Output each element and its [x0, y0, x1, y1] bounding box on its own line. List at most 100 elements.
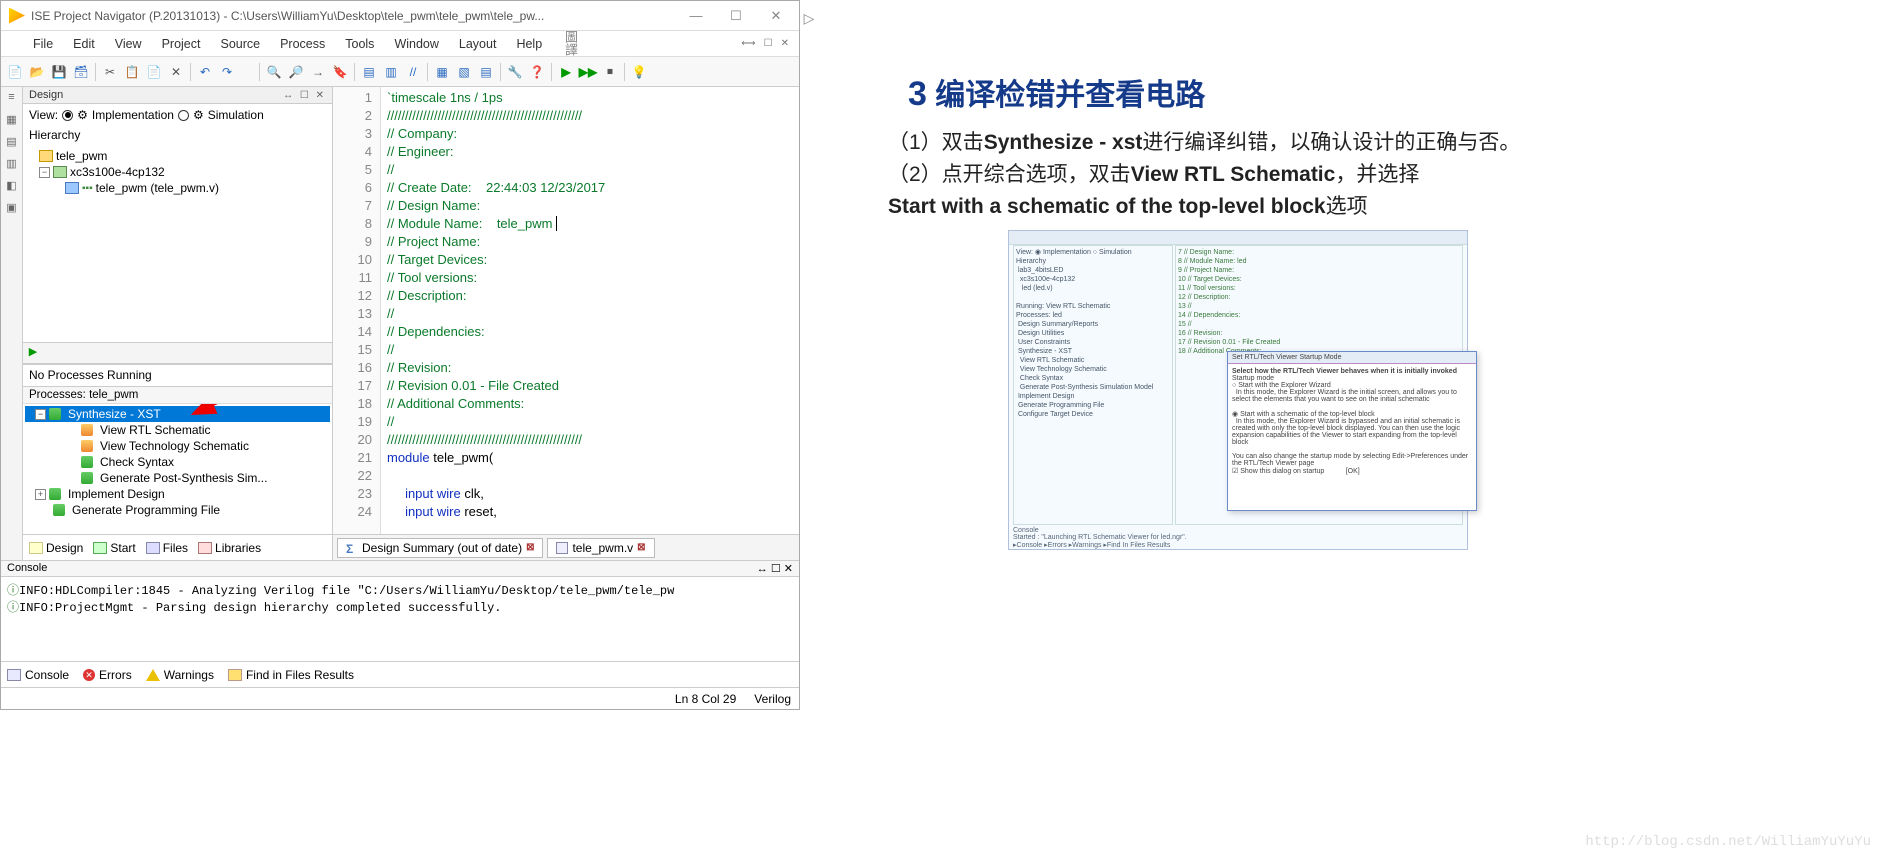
proc-view-rtl[interactable]: View RTL Schematic — [25, 422, 330, 438]
rail-icon-2[interactable]: ▦ — [4, 113, 20, 129]
find-next-icon[interactable]: 🔎 — [286, 62, 306, 82]
proc-check-syntax[interactable]: Check Syntax — [25, 454, 330, 470]
help-icon[interactable]: ❓ — [527, 62, 547, 82]
tab-close-icon[interactable]: ⊠ — [637, 542, 645, 553]
new-icon[interactable]: 📄 — [5, 62, 25, 82]
menu-file[interactable]: File — [23, 34, 63, 54]
slide-title: 3 编译检错并查看电路 — [908, 70, 1851, 114]
menu-project[interactable]: Project — [152, 34, 211, 54]
rail-icon-1[interactable]: ≡ — [4, 91, 20, 107]
tree-device-row[interactable]: − xc3s100e-4cp132 — [25, 164, 330, 180]
panel-icon[interactable]: ☐ — [762, 36, 775, 51]
document-tabs: Σ Design Summary (out of date) ⊠ tele_pw… — [333, 534, 799, 560]
menu-source[interactable]: Source — [210, 34, 270, 54]
proc-gen-sim[interactable]: Generate Post-Synthesis Sim... — [25, 470, 330, 486]
minimize-button[interactable]: — — [681, 8, 711, 24]
tree-project-row[interactable]: tele_pwm — [25, 148, 330, 164]
tree-device: xc3s100e-4cp132 — [70, 165, 165, 179]
tab-design[interactable]: Design — [29, 541, 83, 555]
tab-files[interactable]: Files — [146, 541, 188, 555]
impl-icon — [49, 488, 61, 500]
menu-view[interactable]: View — [105, 34, 152, 54]
maximize-button[interactable]: ☐ — [721, 8, 751, 24]
save-icon[interactable]: 💾 — [49, 62, 69, 82]
find-icon — [228, 669, 242, 681]
tab-start[interactable]: Start — [93, 541, 135, 555]
menu-help[interactable]: Help — [506, 34, 552, 54]
ise-window: ISE Project Navigator (P.20131013) - C:\… — [0, 0, 800, 710]
rerun-icon[interactable]: ▶▶ — [578, 62, 598, 82]
view-label: View: — [29, 108, 58, 122]
tab-warnings[interactable]: Warnings — [146, 668, 214, 682]
indent-icon[interactable]: ▤ — [359, 62, 379, 82]
tree-module-row[interactable]: ▪▪▪ tele_pwm (tele_pwm.v) — [25, 180, 330, 196]
proc-view-tech[interactable]: View Technology Schematic — [25, 438, 330, 454]
window-tab-icon[interactable]: ▤ — [476, 62, 496, 82]
run-process-icon[interactable]: ▶ — [25, 345, 41, 361]
menu-layout[interactable]: Layout — [449, 34, 507, 54]
open-icon[interactable]: 📂 — [27, 62, 47, 82]
undo-icon[interactable]: ↶ — [195, 62, 215, 82]
proc-expand-2[interactable]: + — [35, 489, 46, 500]
tab-close-icon[interactable]: ⊠ — [526, 542, 534, 553]
copy-icon[interactable]: 📋 — [122, 62, 142, 82]
error-icon: ✕ — [83, 669, 95, 681]
console-icon — [7, 669, 21, 681]
processes-tree: − Synthesize - XST View RTL Schematic Vi… — [23, 404, 332, 534]
synthesis-icon — [49, 408, 61, 420]
tab-design-summary[interactable]: Σ Design Summary (out of date) ⊠ — [337, 538, 543, 558]
file-lang: Verilog — [754, 692, 791, 706]
tab-source-file[interactable]: tele_pwm.v ⊠ — [547, 538, 654, 558]
delete-icon[interactable]: ✕ — [166, 62, 186, 82]
rail-icon-4[interactable]: ▥ — [4, 157, 20, 173]
app-icon — [9, 8, 25, 24]
sim-radio[interactable] — [178, 110, 189, 121]
outdent-icon[interactable]: ▥ — [381, 62, 401, 82]
sigma-icon: Σ — [346, 542, 358, 554]
rail-icon-6[interactable]: ▣ — [4, 201, 20, 217]
cut-icon[interactable]: ✂ — [100, 62, 120, 82]
panel-header-icons[interactable]: ↔ ☐ ✕ — [283, 90, 326, 101]
proc-expand[interactable]: − — [35, 409, 46, 420]
window-cascade-icon[interactable]: ▧ — [454, 62, 474, 82]
comment-icon[interactable]: // — [403, 62, 423, 82]
console-header: Console ↔ ☐ ✕ — [1, 560, 799, 577]
menu-tools[interactable]: Tools — [335, 34, 384, 54]
close-button[interactable]: ✕ — [761, 8, 791, 24]
rail-icon-3[interactable]: ▤ — [4, 135, 20, 151]
collapse-arrow-icon[interactable]: ▷ — [804, 10, 815, 27]
proc-gen-prog[interactable]: Generate Programming File — [25, 502, 330, 518]
menu-process[interactable]: Process — [270, 34, 335, 54]
proc-synthesize[interactable]: − Synthesize - XST — [25, 406, 330, 422]
menu-edit[interactable]: Edit — [63, 34, 105, 54]
rail-icon-5[interactable]: ◧ — [4, 179, 20, 195]
restore-layout-icon[interactable]: ⟷ — [739, 36, 757, 51]
tab-errors[interactable]: ✕Errors — [83, 668, 132, 682]
options-icon[interactable]: 🔧 — [505, 62, 525, 82]
panel-divider[interactable]: ▷ 圖譯 — [800, 0, 818, 854]
tab-libraries[interactable]: Libraries — [198, 541, 261, 555]
paste-icon[interactable]: 📄 — [144, 62, 164, 82]
console-body[interactable]: ⓘINFO:HDLCompiler:1845 - Analyzing Veril… — [1, 577, 799, 661]
hierarchy-tree: tele_pwm − xc3s100e-4cp132 ▪▪▪ tele_pwm … — [23, 144, 332, 342]
lightbulb-icon[interactable]: 💡 — [629, 62, 649, 82]
tab-find[interactable]: Find in Files Results — [228, 668, 354, 682]
proc-implement[interactable]: + Implement Design — [25, 486, 330, 502]
menu-window[interactable]: Window — [384, 34, 448, 54]
code-editor[interactable]: 1 2 3 4 5 6 7 8 9 10 11 12 13 14 15 16 1… — [333, 87, 799, 534]
goto-icon[interactable]: → — [308, 62, 328, 82]
save-all-icon[interactable]: 🗃 — [71, 62, 91, 82]
window-tile-icon[interactable]: ▦ — [432, 62, 452, 82]
bookmark-icon[interactable]: 🔖 — [330, 62, 350, 82]
stop-icon[interactable]: ⏹ — [600, 62, 620, 82]
tree-expand[interactable]: − — [39, 167, 50, 178]
tab-console[interactable]: Console — [7, 668, 69, 682]
close-panel-icon[interactable]: ✕ — [779, 36, 791, 51]
find-icon[interactable]: 🔍 — [264, 62, 284, 82]
redo-icon[interactable]: ↷ — [217, 62, 237, 82]
impl-radio[interactable] — [62, 110, 73, 121]
impl-label: Implementation — [92, 108, 174, 122]
run-icon[interactable]: ▶ — [556, 62, 576, 82]
code-lines[interactable]: `timescale 1ns / 1ps ///////////////////… — [381, 87, 799, 534]
console-header-icons[interactable]: ↔ ☐ ✕ — [757, 562, 793, 575]
